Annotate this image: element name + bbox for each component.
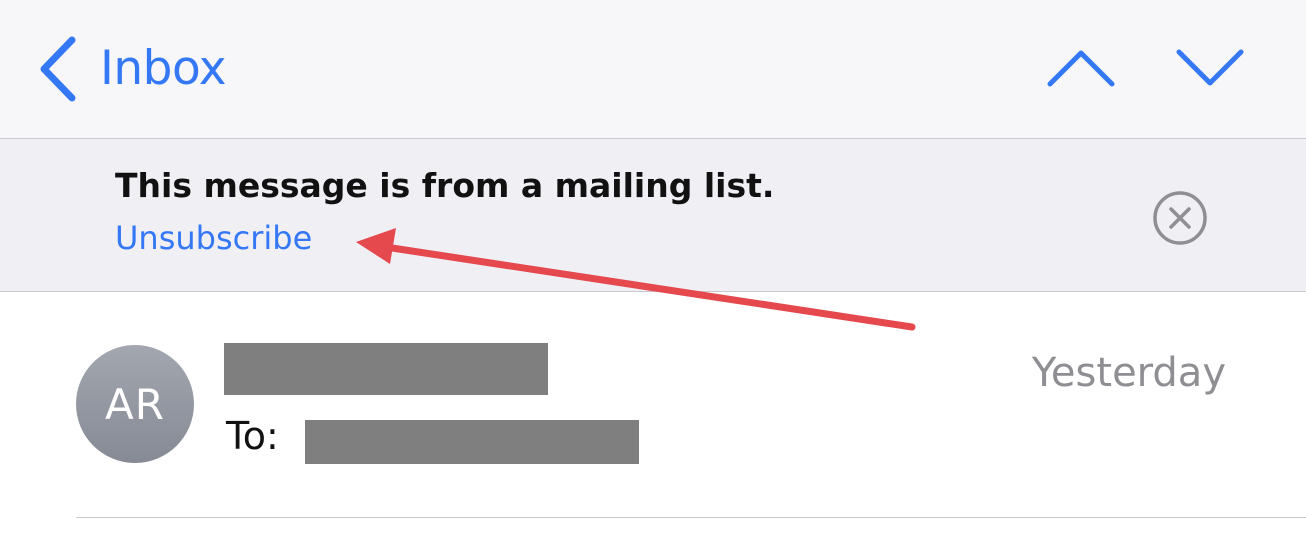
back-button-label: Inbox <box>100 41 227 96</box>
sender-avatar[interactable]: AR <box>76 345 194 463</box>
sender-name-redacted[interactable] <box>224 343 548 395</box>
next-message-button[interactable] <box>1175 48 1245 88</box>
chevron-left-icon <box>40 36 76 102</box>
message-date: Yesterday <box>1031 350 1226 396</box>
back-to-inbox-button[interactable]: Inbox <box>38 36 227 102</box>
mailing-list-notice: This message is from a mailing list. <box>115 166 775 205</box>
mailing-list-banner: This message is from a mailing list. Uns… <box>0 139 1306 292</box>
circle-x-icon <box>1153 191 1207 245</box>
header-divider <box>76 517 1306 518</box>
chevron-up-icon <box>1047 50 1115 87</box>
chevron-down-icon <box>1176 49 1244 86</box>
to-label: To: <box>226 414 279 458</box>
previous-message-button[interactable] <box>1046 48 1116 88</box>
unsubscribe-link[interactable]: Unsubscribe <box>115 219 312 257</box>
recipient-redacted[interactable] <box>305 420 639 464</box>
dismiss-banner-button[interactable] <box>1152 190 1208 246</box>
avatar-initials: AR <box>105 379 165 429</box>
navigation-bar: Inbox <box>0 0 1306 139</box>
mail-message-screen: Inbox This message is from a mailing lis… <box>0 0 1306 554</box>
